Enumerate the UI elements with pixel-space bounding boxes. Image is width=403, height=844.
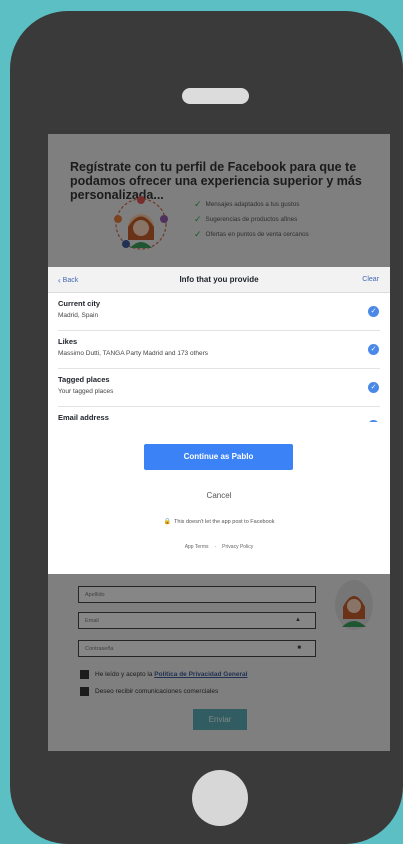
link-separator: ·: [214, 544, 217, 550]
modal-title: Info that you provide: [179, 275, 259, 284]
permission-row-email[interactable]: Email address ✓: [58, 407, 380, 422]
app-screen: Regístrate con tu perfil de Facebook par…: [48, 134, 390, 751]
phone-frame: Regístrate con tu perfil de Facebook par…: [10, 11, 403, 844]
permission-row-likes[interactable]: Likes Massimo Dutti, TANGA Party Madrid …: [58, 331, 380, 369]
privacy-policy-link[interactable]: Privacy Policy: [222, 544, 253, 550]
check-circle-icon[interactable]: ✓: [368, 420, 379, 422]
check-circle-icon[interactable]: ✓: [368, 306, 379, 317]
post-notice: 🔒 This doesn't let the app post to Facebo…: [163, 519, 275, 525]
permission-row-tagged-places[interactable]: Tagged places Your tagged places ✓: [58, 369, 380, 407]
home-button[interactable]: [192, 770, 248, 826]
facebook-permissions-modal: ‹ Back Info that you provide Clear Curren…: [48, 267, 390, 574]
lock-icon: 🔒: [163, 519, 172, 525]
permission-row-current-city[interactable]: Current city Madrid, Spain ✓: [58, 293, 380, 331]
permissions-list[interactable]: Current city Madrid, Spain ✓ Likes Massi…: [48, 293, 390, 422]
continue-button[interactable]: Continue as Pablo: [144, 444, 293, 470]
app-terms-link[interactable]: App Terms: [185, 544, 209, 550]
footer-links: App Terms · Privacy Policy: [48, 544, 390, 550]
modal-header: ‹ Back Info that you provide Clear: [48, 267, 390, 293]
speaker-grille: [182, 88, 249, 104]
check-circle-icon[interactable]: ✓: [368, 344, 379, 355]
clear-button[interactable]: Clear: [362, 276, 379, 283]
check-circle-icon[interactable]: ✓: [368, 382, 379, 393]
cancel-button[interactable]: Cancel: [48, 491, 390, 500]
